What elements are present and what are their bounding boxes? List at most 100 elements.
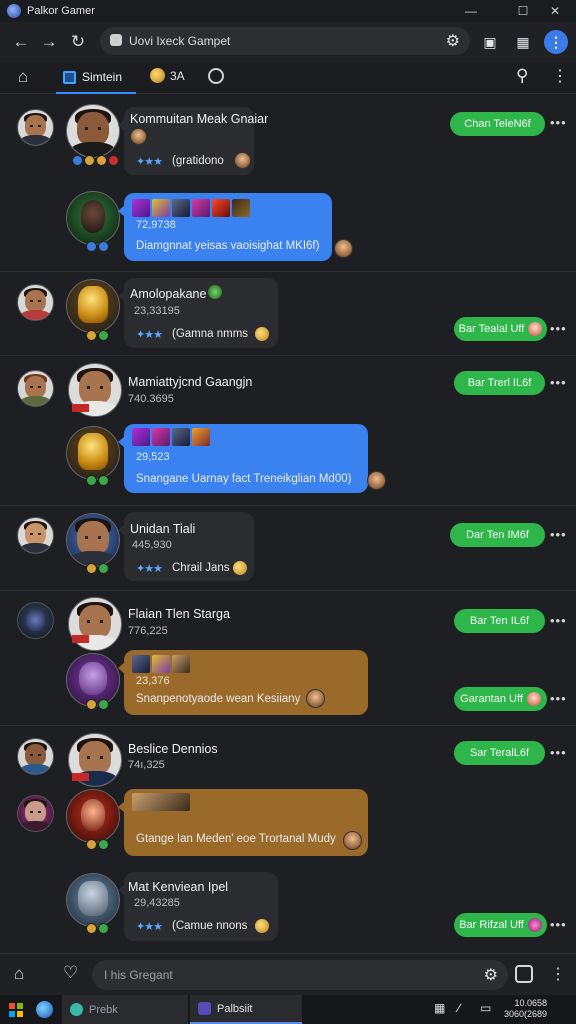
back-arrow-icon[interactable]: ← (9, 30, 33, 54)
message-text: Snanpenotyaode wean Kesiiany (136, 693, 301, 705)
site-info-icon[interactable] (110, 34, 122, 46)
app-icon (70, 1003, 83, 1016)
home-icon[interactable]: ⌂ (14, 964, 24, 984)
more-icon[interactable]: ••• (550, 917, 567, 932)
clock-icon[interactable] (208, 68, 224, 84)
rating-stars-icon: ✦★★ (136, 156, 163, 168)
avatar[interactable] (66, 789, 120, 843)
action-button[interactable]: Bar Tealal Uff (454, 317, 547, 341)
tab-label: 3A (170, 68, 185, 83)
post-author: Unidan Tiali (130, 522, 196, 536)
post-score: 445,930 (132, 539, 172, 551)
mini-avatar (343, 831, 362, 850)
item-icons (132, 199, 250, 217)
avatar[interactable] (66, 513, 120, 567)
tab-simtein[interactable]: Simtein (56, 62, 136, 94)
flag-icon (72, 404, 89, 412)
action-button[interactable]: Dar Ten IM6f (450, 523, 545, 547)
item-icons (132, 428, 210, 446)
close-button[interactable]: ✕ (540, 0, 570, 22)
taskbar-label: Prebk (89, 1003, 118, 1016)
home-icon[interactable]: ⌂ (18, 67, 28, 87)
clock-date: 3060(2689 (504, 1009, 548, 1019)
more-icon[interactable]: ••• (550, 527, 567, 542)
clock[interactable]: 10.0658 3060(2689 (504, 998, 547, 1020)
taskbar-item-prebk[interactable]: Prebk (62, 995, 188, 1024)
app-icon (198, 1002, 211, 1015)
taskbar-item-palbsiit[interactable]: Palbsiit (190, 995, 302, 1024)
more-icon[interactable]: ••• (550, 691, 567, 706)
reload-icon[interactable]: ↻ (66, 30, 90, 54)
post-score: 740.3695 (128, 393, 174, 405)
tab-label: Simtein (82, 70, 123, 84)
more-icon[interactable]: ⋮ (550, 964, 566, 984)
forward-arrow-icon[interactable]: → (37, 30, 61, 54)
avatar[interactable] (17, 795, 54, 832)
browser-menu-button[interactable]: ⋮ (544, 30, 568, 54)
display-icon[interactable]: ▭ (480, 1001, 491, 1015)
divider (0, 725, 576, 726)
item-icons (132, 655, 190, 673)
media-icon[interactable]: ▦ (511, 30, 535, 54)
action-button[interactable]: Bar Rifzal Uff (454, 913, 547, 937)
network-icon[interactable]: ▦ (434, 1001, 445, 1015)
feed: Kommuitan Meak Gnaiar ✦★★ (gratidono Cha… (0, 95, 576, 953)
avatar[interactable] (66, 191, 120, 245)
action-button[interactable]: Bar Trerl IL6f (454, 371, 545, 395)
search-icon[interactable]: ⚲ (516, 66, 528, 86)
post-author: Amolopakane (130, 287, 207, 301)
browser-icon[interactable] (36, 1001, 53, 1018)
input-placeholder: I his Gregant (104, 968, 173, 982)
address-bar[interactable]: Uovi Ixeck Gampet ⚙ (100, 27, 470, 55)
window-title: Palkor Gamer (27, 5, 95, 17)
more-icon[interactable]: ••• (550, 375, 567, 390)
action-button[interactable]: Sar TeralL6f (454, 741, 545, 765)
badge-row (86, 699, 109, 710)
avatar[interactable] (66, 873, 120, 927)
flag-icon (72, 635, 89, 643)
divider (0, 355, 576, 356)
more-icon[interactable]: ••• (550, 613, 567, 628)
avatar[interactable] (17, 738, 54, 775)
coin-icon (233, 561, 247, 575)
gear-icon[interactable]: ⚙ (484, 965, 498, 985)
avatar[interactable] (17, 284, 54, 321)
browser-toolbar: ← → ↻ Uovi Ixeck Gampet ⚙ ▣ ▦ ⋮ (0, 22, 576, 62)
post-score: 23,376 (136, 675, 170, 687)
divider (0, 590, 576, 591)
action-button[interactable]: Bar Ten IL6f (454, 609, 545, 633)
avatar[interactable] (66, 104, 120, 158)
post-score: 29,43285 (134, 897, 180, 909)
action-button[interactable]: Garantan Uff (454, 687, 547, 711)
message-input[interactable]: I his Gregant ⚙ (92, 960, 508, 990)
heart-icon[interactable]: ♡ (63, 963, 78, 983)
minimize-button[interactable]: — (456, 0, 486, 22)
avatar[interactable] (66, 279, 120, 333)
more-icon[interactable]: ••• (550, 745, 567, 760)
start-icon[interactable] (9, 1003, 23, 1017)
mini-avatar (130, 128, 147, 145)
more-icon[interactable]: ⋮ (552, 66, 568, 86)
pen-icon[interactable]: ∕ (458, 1001, 460, 1015)
post-author: Mamiattyjcnd Gaangjn (128, 375, 253, 389)
more-icon[interactable]: ••• (550, 115, 567, 130)
tab-3a[interactable]: 3A (150, 68, 185, 83)
post-score: 74ı,325 (128, 759, 165, 771)
action-button[interactable]: Chan TeleN6f (450, 112, 545, 136)
maximize-button[interactable]: ☐ (508, 0, 538, 22)
extension-icon[interactable]: ▣ (478, 30, 502, 54)
post-tag: (Gamna nmms (172, 328, 249, 340)
avatar[interactable] (17, 517, 54, 554)
gear-icon[interactable]: ⚙ (446, 31, 460, 51)
avatar[interactable] (17, 602, 54, 639)
avatar[interactable] (17, 370, 54, 407)
post-tag: (Camue nnons (172, 920, 248, 932)
message-text: Gtange Ian Meden' eoe Trortanal Mudy (136, 833, 336, 845)
clock-time: 10.0658 (514, 998, 548, 1008)
media-icon[interactable] (515, 965, 533, 983)
taskbar: Prebk Palbsiit ▦ ∕ ▭ 10.0658 3060(2689 (0, 995, 576, 1024)
avatar[interactable] (17, 109, 54, 146)
avatar[interactable] (66, 426, 120, 480)
more-icon[interactable]: ••• (550, 321, 567, 336)
coin-icon (150, 68, 165, 83)
